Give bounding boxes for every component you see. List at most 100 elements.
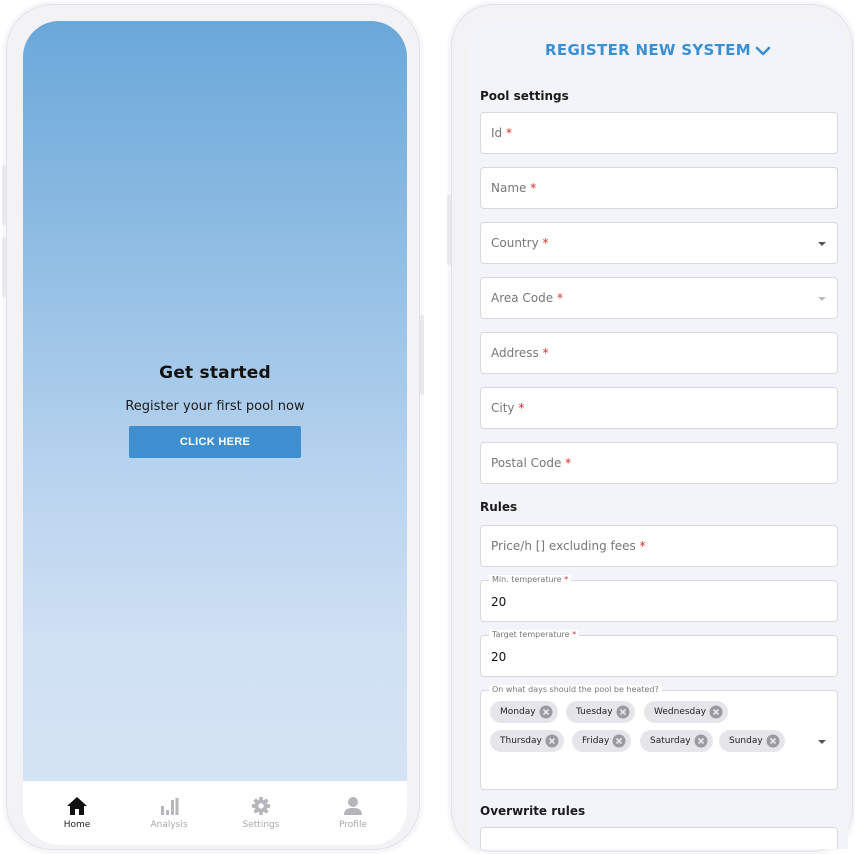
id-field[interactable]: Id * — [480, 112, 838, 154]
price-label: Price/h [] excluding fees — [491, 539, 636, 553]
get-started-subtitle: Register your first pool now — [125, 399, 305, 414]
caret-down-icon[interactable] — [817, 739, 827, 745]
gear-icon — [251, 796, 271, 816]
day-chip-label: Sunday — [729, 736, 763, 746]
overwrite-rules-heading: Overwrite rules — [480, 804, 586, 818]
postal-code-field[interactable]: Postal Code * — [480, 442, 838, 484]
postal-code-placeholder: Postal Code * — [491, 456, 571, 470]
bottom-tab-bar: Home Analysis Settings Profile — [23, 781, 407, 845]
address-label: Address — [491, 346, 539, 360]
side-button — [447, 195, 451, 265]
register-header-toggle[interactable]: REGISTER NEW SYSTEM — [468, 41, 848, 59]
caret-down-icon — [818, 297, 826, 301]
address-placeholder: Address * — [491, 346, 549, 360]
day-chip-label: Thursday — [500, 736, 542, 746]
required-mark: * — [564, 575, 569, 584]
target-temperature-field[interactable]: Target temperature * 20 — [480, 630, 838, 677]
register-phone-frame: REGISTER NEW SYSTEM Pool settings Id * N… — [447, 4, 853, 852]
power-button — [420, 315, 424, 395]
side-button — [2, 165, 6, 225]
country-placeholder: Country * — [491, 236, 549, 250]
day-chip-friday[interactable]: Friday — [572, 730, 632, 752]
min-temperature-label: Min. temperature — [492, 575, 562, 584]
country-label: Country — [491, 236, 539, 250]
min-temperature-field[interactable]: Min. temperature * 20 — [480, 575, 838, 622]
required-mark: * — [639, 539, 646, 553]
day-chip-label: Tuesday — [576, 707, 613, 717]
required-mark: * — [505, 126, 512, 140]
area-code-placeholder: Area Code * — [491, 291, 563, 305]
remove-chip-icon[interactable] — [539, 705, 553, 719]
home-screen: Get started Register your first pool now… — [23, 21, 407, 845]
target-temperature-label: Target temperature — [492, 630, 570, 639]
remove-chip-icon[interactable] — [616, 705, 630, 719]
country-select[interactable]: Country * — [480, 222, 838, 264]
remove-chip-icon[interactable] — [709, 705, 723, 719]
heating-days-select[interactable]: On what days should the pool be heated? … — [480, 685, 838, 790]
tab-home[interactable]: Home — [37, 796, 117, 830]
day-chip-saturday[interactable]: Saturday — [640, 730, 713, 752]
tab-profile-label: Profile — [339, 820, 367, 830]
price-field[interactable]: Price/h [] excluding fees * — [480, 525, 838, 567]
required-mark: * — [565, 456, 572, 470]
remove-chip-icon[interactable] — [766, 734, 780, 748]
caret-down-icon — [818, 242, 826, 246]
bar-chart-icon — [161, 798, 179, 815]
address-field[interactable]: Address * — [480, 332, 838, 374]
required-mark: * — [530, 181, 537, 195]
tab-home-label: Home — [63, 820, 91, 830]
day-chip-label: Friday — [582, 736, 610, 746]
remove-chip-icon[interactable] — [612, 734, 626, 748]
id-label: Id — [491, 126, 503, 140]
day-chip-thursday[interactable]: Thursday — [490, 730, 564, 752]
area-code-select[interactable]: Area Code * — [480, 277, 838, 319]
home-icon — [67, 797, 87, 815]
required-mark: * — [542, 346, 549, 360]
area-code-label: Area Code — [491, 291, 554, 305]
side-button — [2, 237, 6, 297]
required-mark: * — [518, 401, 525, 415]
name-placeholder: Name * — [491, 181, 536, 195]
day-chip-label: Wednesday — [654, 707, 707, 717]
postal-code-label: Postal Code — [491, 456, 562, 470]
heating-days-label: On what days should the pool be heated? — [489, 685, 662, 695]
required-mark: * — [556, 291, 563, 305]
tab-analysis-label: Analysis — [150, 820, 188, 830]
tab-settings-label: Settings — [242, 820, 280, 830]
remove-chip-icon[interactable] — [545, 734, 559, 748]
required-mark: * — [542, 236, 549, 250]
get-started-title: Get started — [159, 363, 271, 383]
day-chip-label: Saturday — [650, 736, 691, 746]
name-field[interactable]: Name * — [480, 167, 838, 209]
min-temperature-floating-label: Min. temperature * — [489, 575, 572, 585]
name-label: Name — [491, 181, 527, 195]
rules-heading: Rules — [480, 500, 518, 514]
tab-analysis[interactable]: Analysis — [129, 796, 209, 830]
min-temperature-value: 20 — [491, 595, 507, 609]
target-temperature-value: 20 — [491, 650, 507, 664]
tab-profile[interactable]: Profile — [313, 796, 393, 830]
required-mark: * — [572, 630, 577, 639]
user-icon — [344, 797, 362, 815]
click-here-button[interactable]: CLICK HERE — [129, 426, 301, 458]
city-placeholder: City * — [491, 401, 524, 415]
remove-chip-icon[interactable] — [694, 734, 708, 748]
tab-settings[interactable]: Settings — [221, 796, 301, 830]
get-started-panel: Get started Register your first pool now… — [23, 363, 407, 458]
day-chip-monday[interactable]: Monday — [490, 701, 558, 723]
day-chip-sunday[interactable]: Sunday — [719, 730, 785, 752]
city-field[interactable]: City * — [480, 387, 838, 429]
target-temperature-floating-label: Target temperature * — [489, 630, 580, 640]
id-placeholder: Id * — [491, 126, 512, 140]
register-header-title: REGISTER NEW SYSTEM — [545, 41, 751, 59]
day-chip-tuesday[interactable]: Tuesday — [566, 701, 635, 723]
home-phone-frame: Get started Register your first pool now… — [2, 4, 424, 850]
chevron-down-icon — [755, 46, 771, 56]
day-chip-label: Monday — [500, 707, 536, 717]
city-label: City — [491, 401, 515, 415]
overwrite-rules-field[interactable] — [480, 827, 838, 849]
pool-settings-heading: Pool settings — [480, 89, 569, 103]
price-placeholder: Price/h [] excluding fees * — [491, 539, 646, 553]
day-chip-wednesday[interactable]: Wednesday — [644, 701, 729, 723]
register-screen: REGISTER NEW SYSTEM Pool settings Id * N… — [468, 19, 848, 849]
